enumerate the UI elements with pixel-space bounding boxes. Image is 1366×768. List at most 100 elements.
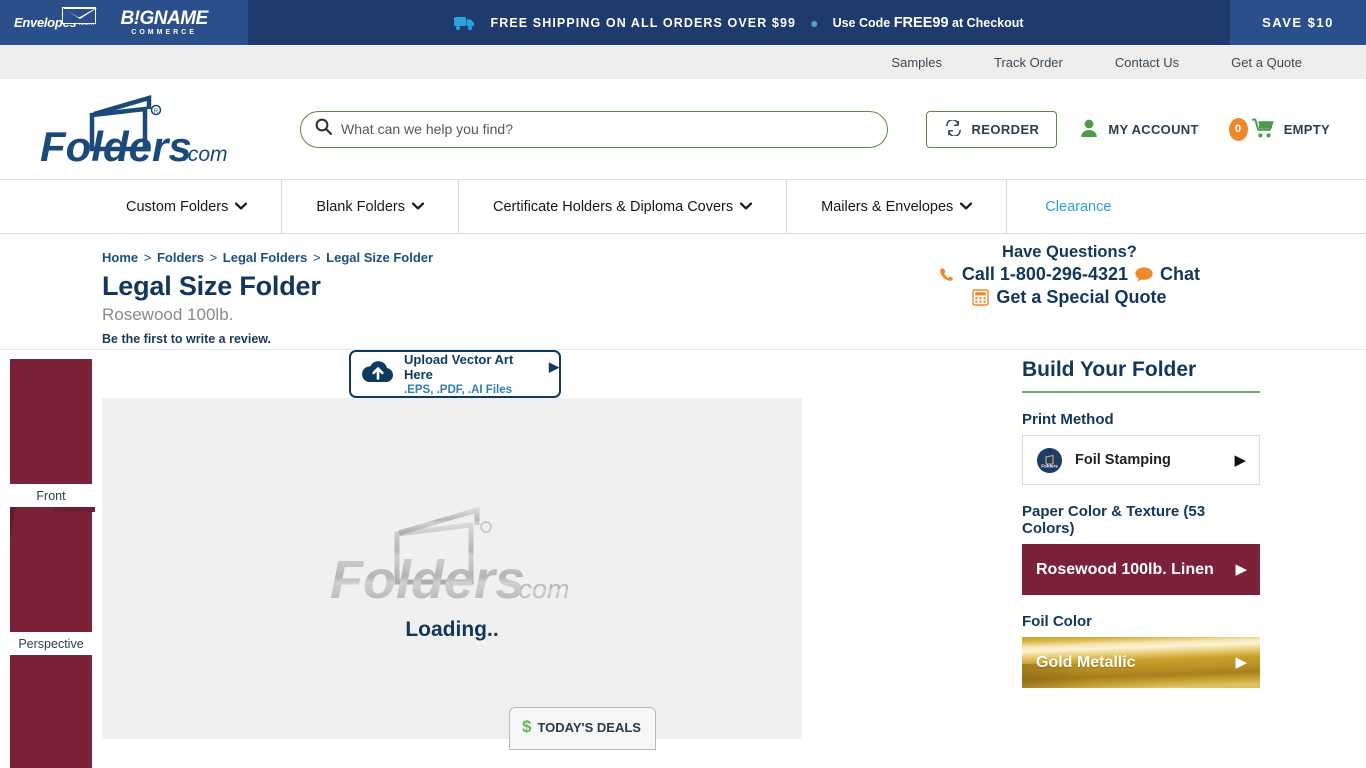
product-title-zone: Home > Folders > Legal Folders > Legal S… (0, 234, 1366, 350)
option-row-paper-color[interactable]: Rosewood 100lb. Linen ▶ (1022, 544, 1260, 595)
search-input[interactable] (341, 121, 873, 137)
contact-row-quote: Get a Special Quote (939, 287, 1200, 308)
option-label-paper-color: Paper Color & Texture (53 Colors) (1022, 503, 1206, 537)
option-value-foil-color: Gold Metallic (1036, 653, 1136, 671)
option-row-print-method[interactable]: Folders Foil Stamping ▶ (1022, 435, 1260, 485)
bigname-logo-text: B!GNAME (120, 8, 208, 29)
breadcrumb-item-legal-folders[interactable]: Legal Folders (223, 250, 308, 265)
dollar-sign-icon: $ (522, 717, 532, 736)
utility-link-contact-us[interactable]: Contact Us (1089, 55, 1205, 70)
cart-count-badge: 0 (1228, 117, 1248, 141)
thumbnail-label: Perspective (18, 637, 84, 651)
svg-text:.com: .com (511, 574, 570, 604)
product-subtitle: Rosewood 100lb. (102, 305, 234, 324)
todays-deals-label: TODAY'S DEALS (537, 719, 641, 735)
calculator-icon (972, 289, 990, 306)
nav-item-custom-folders[interactable]: Custom Folders (104, 180, 283, 233)
save-badge[interactable]: SAVE $10 (1230, 0, 1366, 45)
promo-code-value: FREE99 (893, 14, 949, 31)
option-arrow-icon: ▶ (1235, 654, 1247, 671)
svg-text:.com: .com (182, 143, 228, 166)
phone-label[interactable]: Call 1-800-296-4321 (962, 264, 1128, 285)
option-value-paper-color: Rosewood 100lb. Linen (1036, 560, 1214, 578)
option-label-foil-color: Foil Color (1022, 613, 1092, 630)
nav-label-custom-folders: Custom Folders (126, 198, 229, 215)
breadcrumb-item-home[interactable]: Home (102, 250, 138, 265)
envelopes-logo[interactable]: Envelopes.com (14, 7, 98, 30)
have-questions-heading: Have Questions? (1002, 243, 1137, 261)
builder-title: Build Your Folder (1022, 358, 1260, 393)
cart-button[interactable]: 0 EMPTY (1221, 117, 1330, 141)
breadcrumb-item-legal-size-folder[interactable]: Legal Size Folder (326, 250, 433, 265)
bigname-logo-sub: COMMERCE (131, 29, 197, 36)
thumbnail-image (10, 359, 92, 484)
upload-vector-art-button[interactable]: Upload Vector Art Here ▶ .EPS, .PDF, .AI… (349, 350, 561, 398)
have-questions-block: Have Questions? Call 1-800-296-4321 Chat (939, 243, 1200, 308)
search-container (260, 110, 926, 148)
chevron-down-icon (411, 202, 425, 213)
nav-label-certificate-holders: Certificate Holders & Diploma Covers (493, 198, 734, 215)
folders-logo: R Folders .com (32, 87, 238, 171)
option-label-print-method: Print Method (1022, 411, 1114, 428)
option-row-foil-color[interactable]: Gold Metallic ▶ (1022, 637, 1260, 688)
nav-item-blank-folders[interactable]: Blank Folders (282, 180, 459, 233)
my-account-label: MY ACCOUNT (1108, 121, 1199, 137)
cloud-upload-icon (361, 359, 395, 390)
my-account-button[interactable]: MY ACCOUNT (1057, 118, 1220, 141)
utility-link-samples[interactable]: Samples (865, 55, 968, 70)
write-review-link[interactable]: Be the first to write a review. (102, 332, 1366, 346)
nav-item-clearance[interactable]: Clearance (1007, 180, 1145, 233)
build-your-folder-panel: Build Your Folder Print Method Folders F… (992, 350, 1366, 739)
search-icon (315, 118, 332, 140)
cart-label: EMPTY (1283, 121, 1330, 137)
thumbnail-label: Front (36, 489, 66, 503)
search-box[interactable] (300, 110, 888, 148)
utility-link-get-a-quote[interactable]: Get a Quote (1205, 55, 1328, 70)
svg-text:Folders: Folders (330, 550, 525, 610)
option-value-print-method: Foil Stamping (1075, 452, 1171, 468)
chat-label[interactable]: Chat (1160, 264, 1200, 285)
chevron-down-icon (960, 202, 973, 213)
thumbnail-inside[interactable] (10, 655, 92, 768)
todays-deals-button[interactable]: $ TODAY'S DEALS (509, 707, 656, 750)
upload-title: Upload Vector Art Here (404, 352, 514, 382)
delivery-truck-icon (454, 15, 476, 31)
shopping-cart-icon (1251, 118, 1276, 141)
option-arrow-icon: ▶ (1235, 561, 1247, 578)
reorder-label: REORDER (971, 121, 1040, 137)
contact-row-primary: Call 1-800-296-4321 Chat (939, 264, 1200, 285)
promo-separator-dot: ● (810, 14, 819, 31)
product-viewer[interactable]: Folders .com Loading.. $ TODAY'S DEALS (102, 398, 802, 750)
bigname-commerce-logo[interactable]: B!GNAME COMMERCE (120, 8, 208, 36)
chevron-down-icon (740, 202, 753, 213)
nav-label-blank-folders: Blank Folders (316, 198, 405, 215)
get-special-quote-label[interactable]: Get a Special Quote (996, 287, 1166, 308)
thumbnail-front[interactable]: Front (10, 359, 92, 503)
thumbnail-perspective[interactable]: Perspective (10, 507, 95, 651)
breadcrumb-separator: > (143, 250, 152, 265)
svg-text:R: R (154, 109, 159, 115)
nav-item-mailers-envelopes[interactable]: Mailers & Envelopes (787, 180, 1008, 233)
upload-filetypes: .EPS, .PDF, .AI Files (404, 384, 513, 396)
nav-item-certificate-holders[interactable]: Certificate Holders & Diploma Covers (459, 180, 788, 233)
thumbnail-rail: Front Perspective (0, 350, 102, 768)
loading-folders-logo: Folders .com (325, 496, 580, 614)
promo-code-suffix: at Checkout (948, 15, 1024, 30)
promo-message: FREE SHIPPING ON ALL ORDERS OVER $99 ● U… (248, 0, 1230, 45)
promo-bar: Envelopes.com B!GNAME COMMERCE FREE SHIP… (0, 0, 1366, 45)
reorder-button[interactable]: REORDER (925, 110, 1058, 148)
product-stage: Upload Vector Art Here ▶ .EPS, .PDF, .AI… (102, 350, 992, 750)
free-shipping-text: FREE SHIPPING ON ALL ORDERS OVER $99 (490, 15, 797, 30)
utility-link-track-order[interactable]: Track Order (968, 55, 1089, 70)
nav-label-clearance: Clearance (1045, 198, 1112, 215)
option-arrow-icon: ▶ (1234, 451, 1246, 469)
site-header: R Folders .com REORDER (0, 79, 1366, 180)
logo-container[interactable]: R Folders .com (0, 87, 260, 171)
svg-text:Folders: Folders (40, 123, 192, 170)
chat-bubble-icon (1135, 267, 1153, 282)
breadcrumb-item-folders[interactable]: Folders (157, 250, 204, 265)
promo-code-prefix: Use Code (832, 15, 894, 30)
main-navigation: Custom Folders Blank Folders Certificate… (0, 180, 1366, 234)
folders-logo-badge-icon: Folders (1037, 447, 1062, 473)
user-icon (1079, 118, 1099, 141)
